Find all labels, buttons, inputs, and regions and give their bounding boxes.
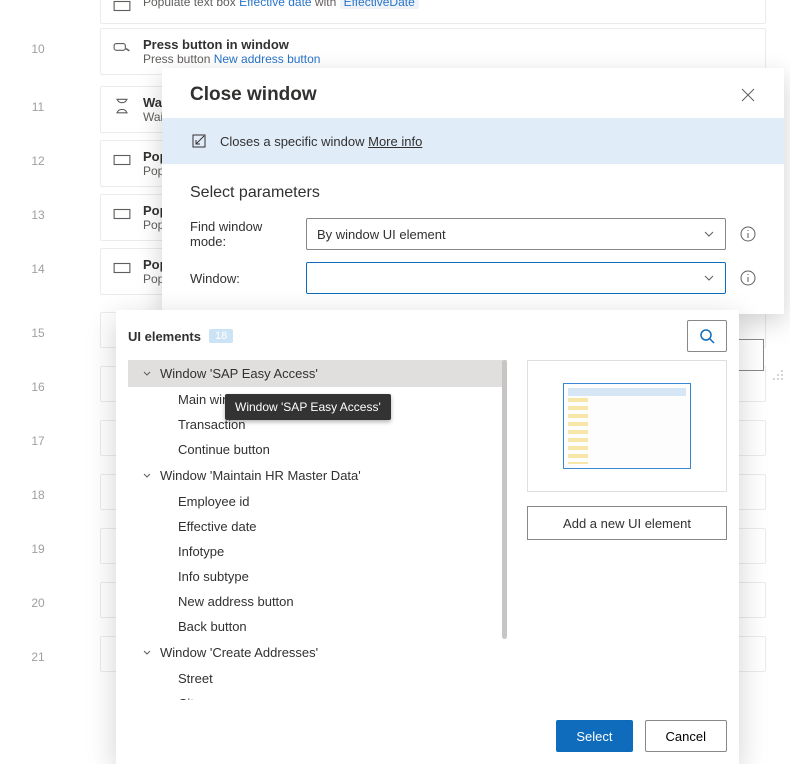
ui-elements-picker: UI elements 18 Window 'SAP Easy Access'M…	[116, 310, 739, 764]
search-button[interactable]	[687, 320, 727, 352]
ui-element-preview	[527, 360, 727, 492]
tree-item[interactable]: Back button	[128, 614, 507, 639]
press-button-icon	[113, 39, 131, 57]
tree-item[interactable]: Effective date	[128, 514, 507, 539]
line-number: 12	[31, 154, 44, 168]
tree-group-label: Window 'Maintain HR Master Data'	[160, 468, 361, 483]
line-number: 14	[31, 262, 44, 276]
window-label: Window:	[190, 271, 300, 286]
chevron-down-icon	[703, 272, 715, 284]
find-window-mode-label: Find window mode:	[190, 219, 300, 249]
info-banner: Closes a specific window More info	[162, 118, 784, 164]
line-number: 11	[32, 100, 44, 114]
line-number: 10	[31, 42, 44, 56]
tree-item[interactable]: Street	[128, 666, 507, 691]
textbox-icon	[113, 151, 131, 169]
tree-group[interactable]: Window 'Create Addresses'	[128, 639, 507, 666]
tree-item[interactable]: New address button	[128, 589, 507, 614]
find-window-mode-select[interactable]: By window UI element	[306, 218, 726, 250]
line-number: 18	[31, 488, 44, 502]
tree-item[interactable]: City	[128, 691, 507, 700]
more-info-link[interactable]: More info	[368, 134, 422, 149]
scrollbar[interactable]	[502, 360, 507, 639]
search-icon	[699, 328, 715, 344]
tree-group[interactable]: Window 'Maintain HR Master Data'	[128, 462, 507, 489]
chevron-down-icon	[703, 228, 715, 240]
ui-elements-heading: UI elements	[128, 329, 201, 344]
textbox-icon	[113, 205, 131, 223]
line-number: 20	[31, 596, 44, 610]
tree-item[interactable]: Infotype	[128, 539, 507, 564]
textbox-icon	[113, 259, 131, 277]
line-number: 19	[31, 542, 44, 556]
info-icon[interactable]	[740, 270, 756, 286]
flow-step-title: Press button in window	[143, 37, 320, 52]
close-window-action-icon	[190, 132, 208, 150]
chevron-down-icon	[142, 369, 152, 379]
line-number: 13	[31, 208, 44, 222]
wait-icon	[113, 97, 131, 115]
banner-text: Closes a specific window More info	[220, 134, 422, 149]
cancel-button[interactable]: Cancel	[645, 720, 727, 752]
find-window-mode-value: By window UI element	[317, 227, 446, 242]
flow-step-subtitle: Press button New address button	[143, 52, 320, 66]
line-number: 17	[31, 434, 44, 448]
dialog-title: Close window	[190, 84, 317, 106]
flow-step[interactable]: Populate text box Effective date with Ef…	[100, 0, 766, 24]
preview-thumbnail	[563, 383, 691, 469]
resize-grip-icon[interactable]	[772, 369, 784, 381]
tree-group-label: Window 'Create Addresses'	[160, 645, 318, 660]
ui-elements-count-badge: 18	[209, 329, 233, 343]
window-select[interactable]	[306, 262, 726, 294]
section-heading: Select parameters	[162, 164, 784, 212]
chevron-down-icon	[142, 648, 152, 658]
tree-group-label: Window 'SAP Easy Access'	[160, 366, 318, 381]
tree-item[interactable]: Info subtype	[128, 564, 507, 589]
add-ui-element-button[interactable]: Add a new UI element	[527, 506, 727, 540]
tree-group[interactable]: Window 'SAP Easy Access'	[128, 360, 507, 387]
line-number: 16	[31, 380, 44, 394]
chevron-down-icon	[142, 471, 152, 481]
flow-step-subtitle: Populate text box Effective date with Ef…	[143, 0, 419, 9]
line-number: 21	[31, 650, 44, 664]
line-number: 15	[31, 326, 44, 340]
info-icon[interactable]	[740, 226, 756, 242]
close-window-dialog: Close window Closes a specific window Mo…	[162, 68, 784, 314]
dialog-save-button-peek	[736, 339, 764, 371]
select-button[interactable]: Select	[556, 720, 632, 752]
tooltip: Window 'SAP Easy Access'	[225, 394, 391, 420]
tree-item[interactable]: Employee id	[128, 489, 507, 514]
tree-item[interactable]: Continue button	[128, 437, 507, 462]
close-icon[interactable]	[740, 87, 756, 103]
textbox-icon	[113, 0, 131, 15]
